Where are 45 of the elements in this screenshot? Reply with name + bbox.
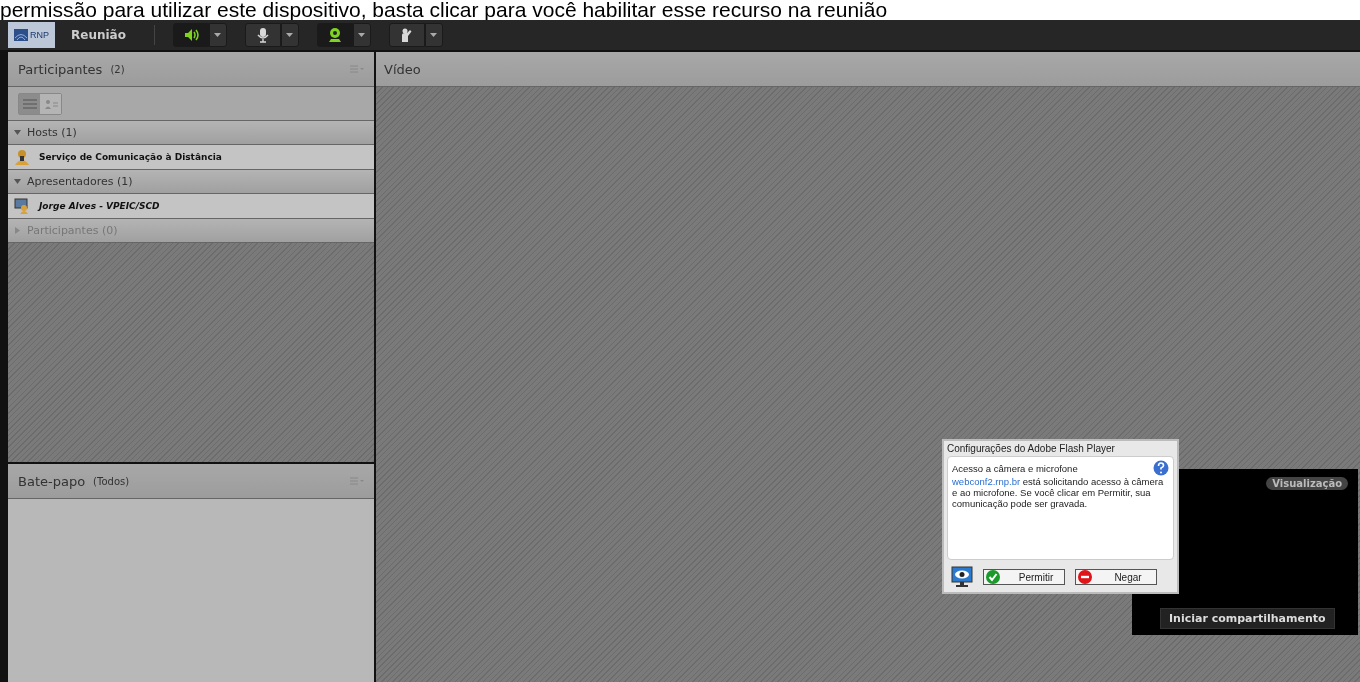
pod-title: Vídeo (384, 61, 421, 77)
checkmark-icon (986, 570, 1000, 584)
group-header[interactable]: Apresentadores (1) (8, 170, 374, 194)
caret-icon (358, 33, 366, 37)
dropdown-button[interactable] (424, 23, 443, 47)
pod-title: Bate-papo (18, 473, 86, 489)
help-icon[interactable] (1153, 460, 1169, 476)
dialog-message: webconf2.rnp.br está solicitando acesso à câmera e ao microfone. Se você clicar em Permitir, sua comunicação pode ser gravada. (952, 476, 1165, 509)
dropdown-button[interactable] (280, 23, 299, 47)
allow-button[interactable]: Permitir (983, 569, 1065, 585)
globe-icon (14, 29, 28, 41)
presenter-screen-icon (14, 198, 30, 214)
webcam-icon (326, 27, 343, 43)
group-header[interactable]: Hosts (1) (8, 121, 374, 145)
speaker-icon (182, 27, 199, 43)
dialog-heading: Acesso a câmera e microfone (952, 462, 1078, 474)
participant-row[interactable]: Serviço de Comunicação à Distância (8, 145, 374, 170)
contact-card-icon (43, 98, 58, 109)
speaker-button[interactable] (172, 23, 209, 47)
start-sharing-button[interactable]: Iniciar compartilhamento (1160, 608, 1335, 629)
monitor-eye-icon[interactable] (951, 566, 973, 588)
expanded-triangle-icon (14, 129, 21, 136)
caret-icon (286, 33, 294, 37)
host-person-icon (14, 149, 30, 165)
preview-label: Visualização (1266, 477, 1348, 490)
pod-count: (Todos) (93, 475, 130, 487)
site-link[interactable]: webconf2.rnp.br (952, 476, 1021, 487)
expanded-triangle-icon (14, 178, 21, 185)
pod-title: Participantes (18, 61, 103, 77)
caret-icon (430, 33, 438, 37)
deny-button[interactable]: Negar (1075, 569, 1157, 585)
caret-icon (214, 33, 222, 37)
collapsed-triangle-icon (14, 227, 21, 234)
pod-count: (2) (110, 63, 125, 75)
dropdown-button[interactable] (352, 23, 371, 47)
hand-button[interactable] (388, 23, 425, 47)
participant-row[interactable]: Jorge Alves - VPEIC/SCD (8, 194, 374, 219)
mic-button[interactable] (244, 23, 281, 47)
list-icon (22, 98, 37, 109)
dropdown-button[interactable] (208, 23, 227, 47)
stop-icon (1078, 570, 1092, 584)
meeting-menu[interactable]: Reunião (65, 28, 144, 42)
dialog-title: Configurações do Adobe Flash Player (947, 442, 1116, 456)
camera-button[interactable] (316, 23, 353, 47)
logo: RNP (8, 22, 55, 48)
